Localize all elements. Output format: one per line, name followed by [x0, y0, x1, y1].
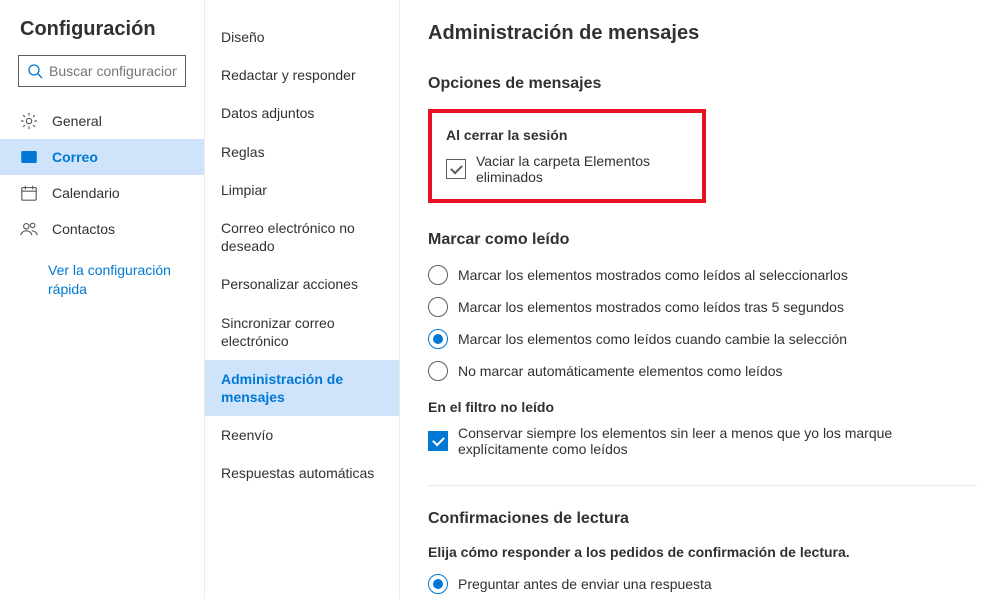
signout-highlight-box: Al cerrar la sesión Vaciar la carpeta El… — [428, 109, 706, 203]
radio-label: Preguntar antes de enviar una respuesta — [458, 576, 712, 592]
empty-deleted-checkbox[interactable] — [446, 159, 466, 179]
quick-settings-link[interactable]: Ver la configuración rápida — [0, 247, 204, 299]
keep-unread-row[interactable]: Conservar siempre los elementos sin leer… — [428, 425, 977, 457]
nav-general[interactable]: General — [0, 103, 204, 139]
radio-label: Marcar los elementos como leídos cuando … — [458, 331, 847, 347]
radio-icon[interactable] — [428, 361, 448, 381]
empty-deleted-label: Vaciar la carpeta Elementos eliminados — [476, 153, 688, 185]
nav-calendario[interactable]: Calendario — [0, 175, 204, 211]
sub-adjuntos[interactable]: Datos adjuntos — [205, 94, 399, 132]
divider — [428, 485, 977, 486]
radio-icon[interactable] — [428, 265, 448, 285]
settings-title: Configuración — [0, 18, 204, 55]
sub-redactar[interactable]: Redactar y responder — [205, 56, 399, 94]
nav-label: Contactos — [52, 221, 115, 237]
nav-label: General — [52, 113, 102, 129]
nav-contactos[interactable]: Contactos — [0, 211, 204, 247]
read-receipts-lead: Elija cómo responder a los pedidos de co… — [428, 544, 977, 560]
mark-read-heading: Marcar como leído — [428, 231, 977, 249]
radio-icon[interactable] — [428, 297, 448, 317]
main-pane: Administración de mensajes Opciones de m… — [400, 0, 1005, 599]
msg-options-heading: Opciones de mensajes — [428, 75, 977, 93]
sub-respuestas-auto[interactable]: Respuestas automáticas — [205, 454, 399, 492]
unread-filter-label: En el filtro no leído — [428, 399, 977, 415]
msg-options-section: Opciones de mensajes Al cerrar la sesión… — [428, 75, 977, 203]
mail-subnav: Diseño Redactar y responder Datos adjunt… — [205, 0, 400, 599]
read-receipts-section: Confirmaciones de lectura Elija cómo res… — [428, 510, 977, 599]
sub-reglas[interactable]: Reglas — [205, 133, 399, 171]
keep-unread-label: Conservar siempre los elementos sin leer… — [458, 425, 977, 457]
receipt-option-0[interactable]: Preguntar antes de enviar una respuesta — [428, 574, 977, 594]
calendar-icon — [20, 184, 38, 202]
radio-icon[interactable] — [428, 574, 448, 594]
mark-read-option-3[interactable]: No marcar automáticamente elementos como… — [428, 361, 977, 381]
read-receipts-heading: Confirmaciones de lectura — [428, 510, 977, 528]
radio-icon[interactable] — [428, 329, 448, 349]
sub-personalizar[interactable]: Personalizar acciones — [205, 265, 399, 303]
sub-reenvio[interactable]: Reenvío — [205, 416, 399, 454]
mark-read-option-2[interactable]: Marcar los elementos como leídos cuando … — [428, 329, 977, 349]
nav-label: Calendario — [52, 185, 120, 201]
settings-sidebar: Configuración General Correo Calendario … — [0, 0, 205, 599]
sub-sincronizar[interactable]: Sincronizar correo electrónico — [205, 304, 399, 360]
mark-read-section: Marcar como leído Marcar los elementos m… — [428, 231, 977, 457]
sub-correo-no-deseado[interactable]: Correo electrónico no deseado — [205, 209, 399, 265]
search-icon — [27, 63, 43, 79]
sub-diseno[interactable]: Diseño — [205, 18, 399, 56]
nav-correo[interactable]: Correo — [0, 139, 204, 175]
search-box[interactable] — [18, 55, 186, 87]
radio-label: Marcar los elementos mostrados como leíd… — [458, 267, 848, 283]
nav-label: Correo — [52, 149, 98, 165]
page-title: Administración de mensajes — [428, 22, 977, 45]
sub-limpiar[interactable]: Limpiar — [205, 171, 399, 209]
keep-unread-checkbox[interactable] — [428, 431, 448, 451]
on-signout-label: Al cerrar la sesión — [446, 127, 688, 143]
search-input[interactable] — [49, 63, 177, 79]
sub-admin-mensajes[interactable]: Administración de mensajes — [205, 360, 399, 416]
mark-read-option-1[interactable]: Marcar los elementos mostrados como leíd… — [428, 297, 977, 317]
gear-icon — [20, 112, 38, 130]
mark-read-option-0[interactable]: Marcar los elementos mostrados como leíd… — [428, 265, 977, 285]
empty-deleted-row[interactable]: Vaciar la carpeta Elementos eliminados — [446, 153, 688, 185]
radio-label: No marcar automáticamente elementos como… — [458, 363, 782, 379]
mail-icon — [20, 148, 38, 166]
people-icon — [20, 220, 38, 238]
radio-label: Marcar los elementos mostrados como leíd… — [458, 299, 844, 315]
